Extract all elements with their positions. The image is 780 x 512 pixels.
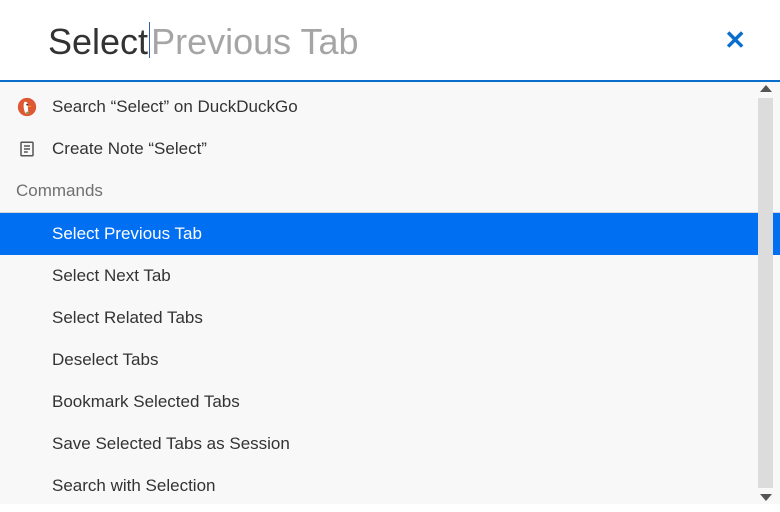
command-save-selected-tabs-as-session[interactable]: Save Selected Tabs as Session: [0, 423, 780, 465]
scroll-down-arrow-icon[interactable]: [760, 494, 772, 501]
close-button[interactable]: ✕: [716, 23, 754, 57]
duckduckgo-icon: [16, 96, 38, 118]
scrollbar-track[interactable]: [758, 98, 773, 488]
results-panel: Search “Select” on DuckDuckGo Create Not…: [0, 82, 780, 504]
command-label: Bookmark Selected Tabs: [52, 392, 240, 412]
quick-action-create-note[interactable]: Create Note “Select”: [0, 128, 780, 170]
command-label: Deselect Tabs: [52, 350, 158, 370]
search-typed-text: Select: [48, 22, 148, 62]
search-suggestion-text: Previous Tab: [151, 22, 358, 62]
command-header: Select Previous Tab ✕: [0, 0, 780, 82]
quick-action-label: Search “Select” on DuckDuckGo: [52, 97, 298, 117]
command-bookmark-selected-tabs[interactable]: Bookmark Selected Tabs: [0, 381, 780, 423]
command-label: Search with Selection: [52, 476, 215, 496]
search-input[interactable]: Select Previous Tab: [48, 18, 716, 62]
command-select-next-tab[interactable]: Select Next Tab: [0, 255, 780, 297]
close-icon: ✕: [724, 25, 746, 55]
section-header-commands: Commands: [0, 170, 780, 212]
command-search-with-selection[interactable]: Search with Selection: [0, 465, 780, 507]
command-label: Save Selected Tabs as Session: [52, 434, 290, 454]
quick-action-search-ddg[interactable]: Search “Select” on DuckDuckGo: [0, 86, 780, 128]
quick-action-label: Create Note “Select”: [52, 139, 207, 159]
command-label: Select Previous Tab: [52, 224, 202, 244]
command-deselect-tabs[interactable]: Deselect Tabs: [0, 339, 780, 381]
scroll-up-arrow-icon[interactable]: [760, 85, 772, 92]
text-caret: [149, 22, 150, 58]
command-label: Select Related Tabs: [52, 308, 203, 328]
command-select-related-tabs[interactable]: Select Related Tabs: [0, 297, 780, 339]
command-select-previous-tab[interactable]: Select Previous Tab: [0, 213, 780, 255]
results-list: Search “Select” on DuckDuckGo Create Not…: [0, 82, 780, 504]
note-icon: [16, 138, 38, 160]
command-label: Select Next Tab: [52, 266, 171, 286]
